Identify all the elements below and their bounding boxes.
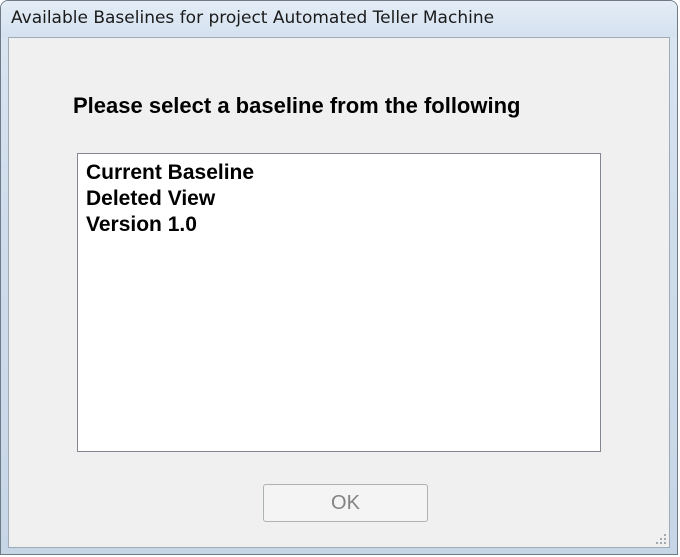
baseline-list-item[interactable]: Current Baseline — [86, 160, 592, 186]
dialog-window: Available Baselines for project Automate… — [0, 0, 678, 555]
resize-grip-icon[interactable] — [654, 532, 666, 544]
baseline-listbox[interactable]: Current Baseline Deleted View Version 1.… — [77, 153, 601, 452]
title-bar[interactable]: Available Baselines for project Automate… — [1, 1, 677, 37]
dialog-body: Please select a baseline from the follow… — [8, 37, 670, 548]
window-title: Available Baselines for project Automate… — [11, 8, 495, 28]
prompt-label: Please select a baseline from the follow… — [73, 93, 521, 118]
baseline-list-item[interactable]: Deleted View — [86, 186, 592, 212]
ok-button[interactable]: OK — [263, 484, 428, 522]
baseline-list-item[interactable]: Version 1.0 — [86, 212, 592, 238]
